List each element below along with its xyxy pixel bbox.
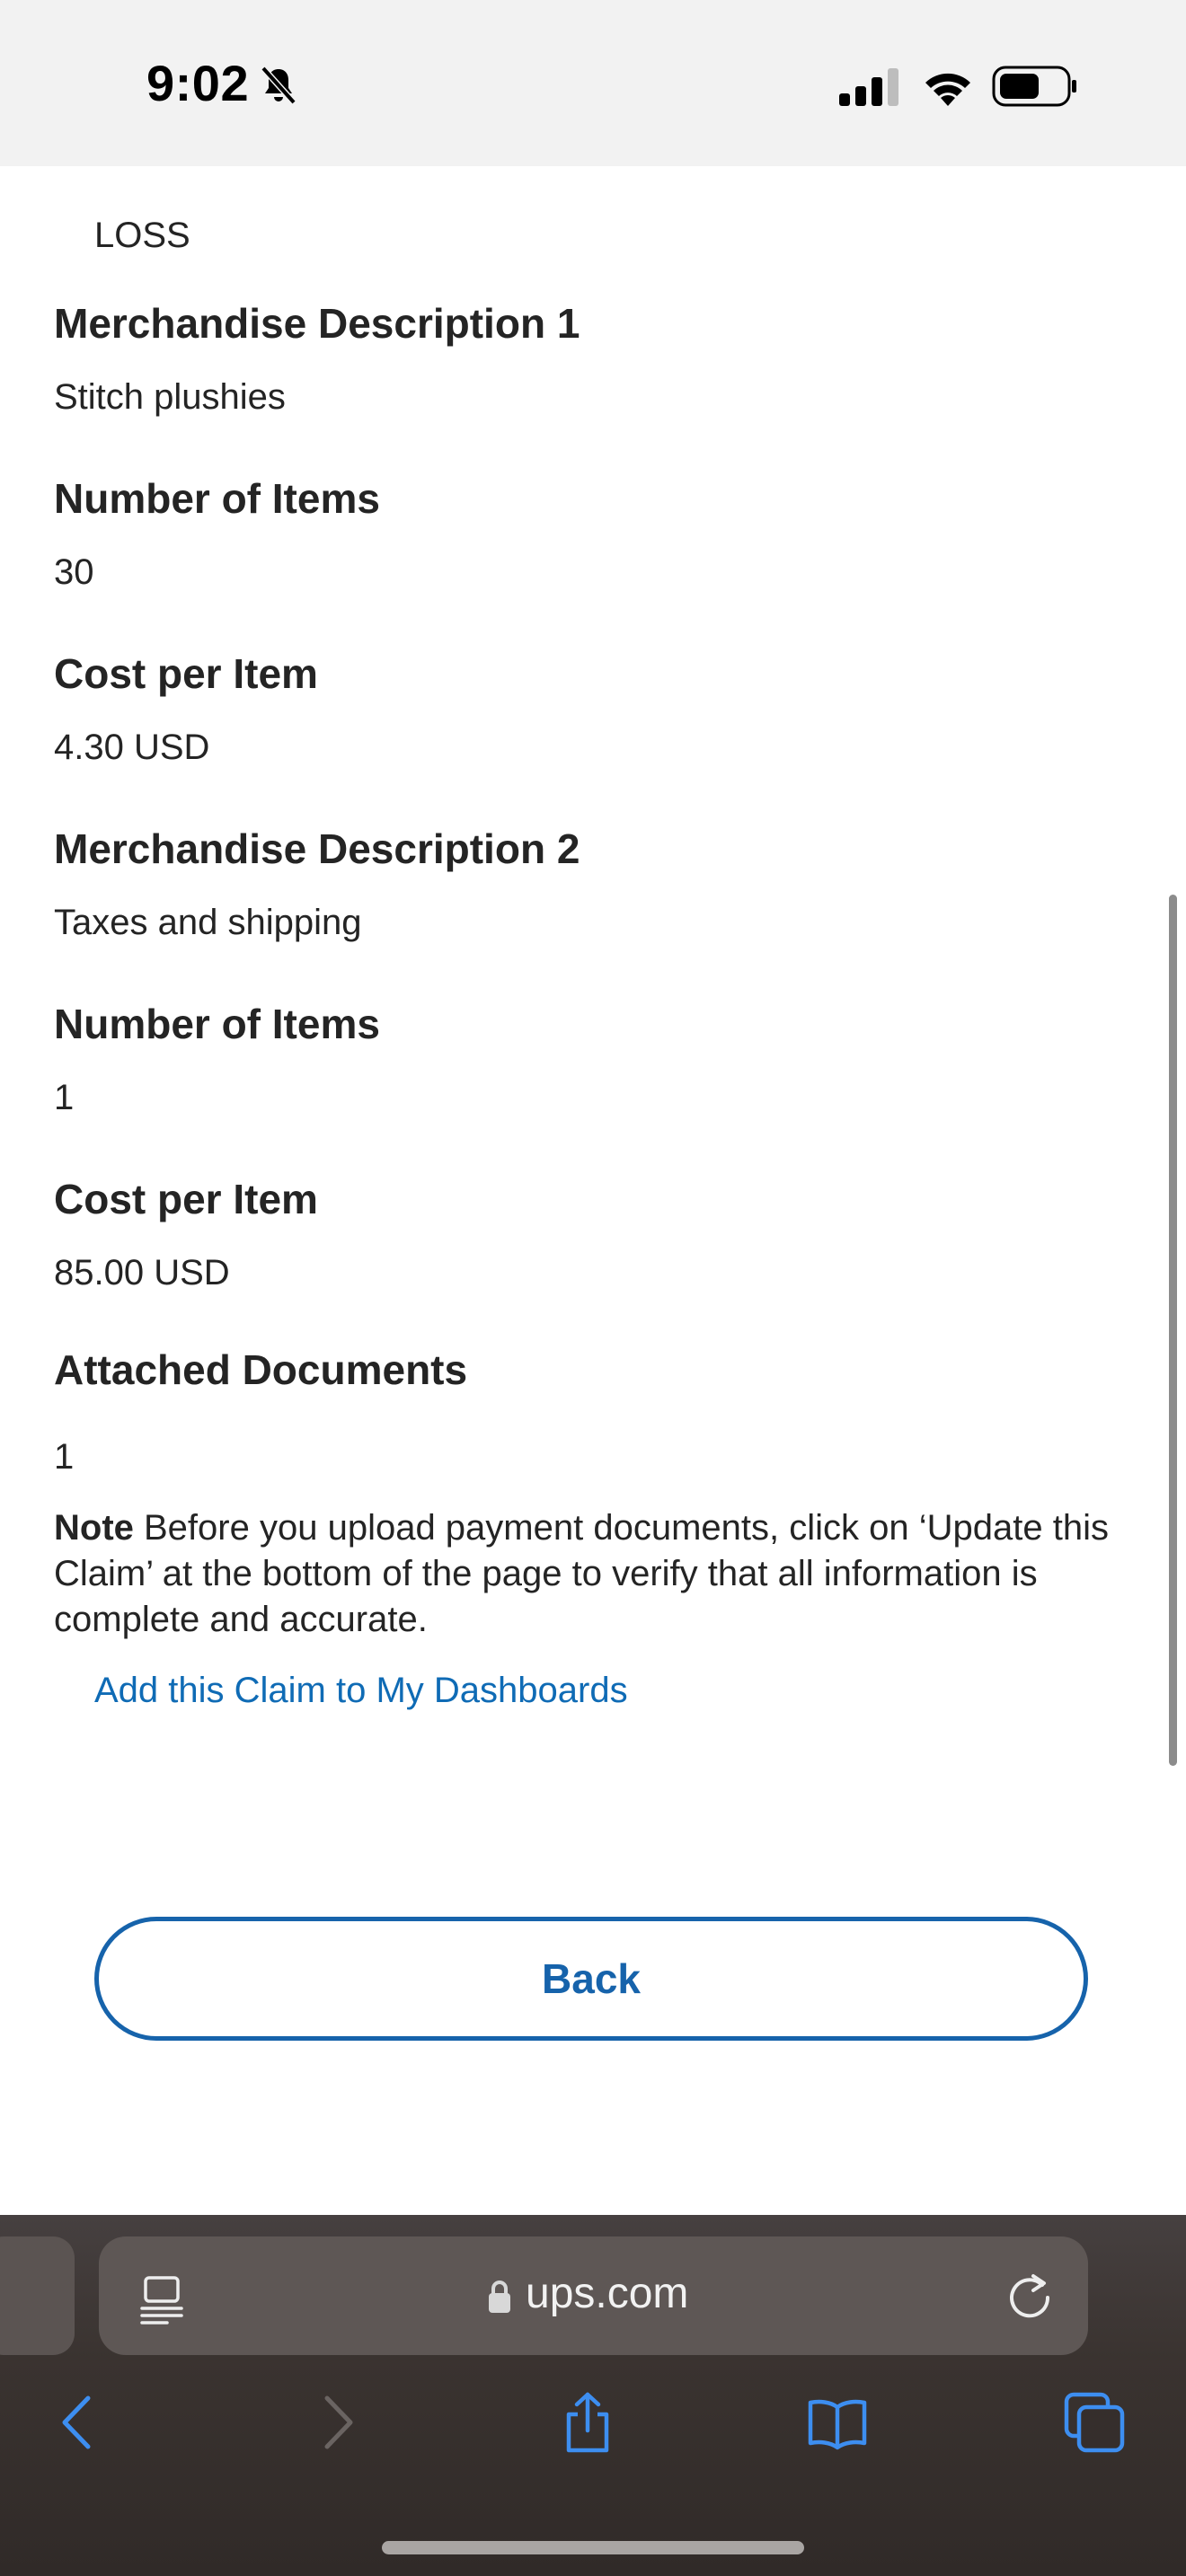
attached-docs-value: 1: [54, 1437, 75, 1477]
battery-icon: [992, 66, 1076, 107]
cost-2-label: Cost per Item: [54, 1176, 318, 1222]
signal-icon: [839, 68, 898, 106]
share-icon[interactable]: [556, 2391, 619, 2454]
merch-desc-1-value: Stitch plushies: [54, 377, 286, 417]
wifi-icon: [925, 73, 970, 106]
items-2-label: Number of Items: [54, 1001, 380, 1047]
status-bar: 9:02: [0, 0, 1186, 166]
attached-docs-label: Attached Documents: [54, 1346, 468, 1393]
cost-1-value: 4.30 USD: [54, 728, 210, 767]
loss-type-value: LOSS: [94, 216, 190, 255]
scrollbar[interactable]: [1169, 895, 1177, 1766]
back-button[interactable]: Back: [94, 1917, 1088, 2041]
note-label: Note: [54, 1508, 134, 1548]
previous-tab-preview[interactable]: [0, 2236, 75, 2355]
status-time: 9:02: [146, 55, 250, 111]
reload-icon[interactable]: [1003, 2269, 1057, 2323]
items-2-value: 1: [54, 1078, 75, 1117]
merch-desc-1-label: Merchandise Description 1: [54, 300, 580, 347]
merch-desc-2-label: Merchandise Description 2: [54, 825, 580, 872]
cost-2-value: 85.00 USD: [54, 1253, 230, 1292]
note-text: Note Before you upload payment documents…: [54, 1505, 1114, 1643]
home-indicator: [382, 2541, 804, 2554]
note-body: Before you upload payment documents, cli…: [54, 1508, 1109, 1639]
merch-desc-2-value: Taxes and shipping: [54, 903, 362, 942]
add-to-dashboards-link[interactable]: Add this Claim to My Dashboards: [94, 1671, 628, 1711]
forward-nav-icon[interactable]: [305, 2391, 368, 2454]
items-1-label: Number of Items: [54, 475, 380, 522]
reader-mode-icon[interactable]: [137, 2272, 190, 2326]
items-1-value: 30: [54, 552, 94, 592]
bell-off-icon: [261, 66, 296, 105]
lock-icon: [489, 2280, 510, 2313]
tabs-icon[interactable]: [1063, 2391, 1126, 2454]
back-nav-icon[interactable]: [47, 2391, 110, 2454]
url-text[interactable]: ups.com: [526, 2269, 688, 2318]
bookmarks-icon[interactable]: [806, 2391, 869, 2454]
cost-1-label: Cost per Item: [54, 650, 318, 697]
